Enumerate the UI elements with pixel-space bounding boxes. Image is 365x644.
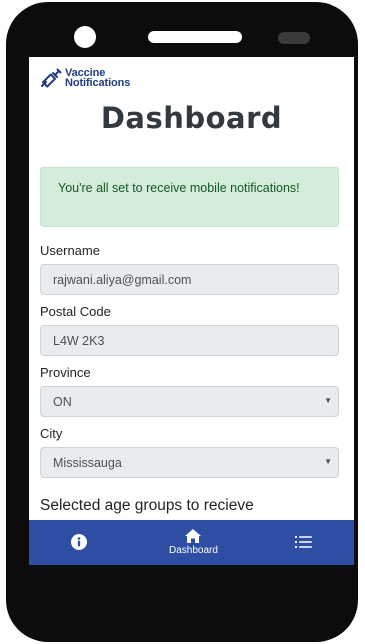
list-icon	[295, 536, 312, 548]
city-select[interactable]: Mississauga ▼	[40, 447, 339, 478]
home-icon	[185, 529, 202, 543]
province-select[interactable]: ON ▼	[40, 386, 339, 417]
brand-logo[interactable]: Vaccine Notifications	[39, 65, 130, 91]
info-circle-icon	[71, 534, 87, 550]
page-title: Dashboard	[100, 101, 283, 135]
app-screen: Vaccine Notifications Dashboard You're a…	[29, 57, 354, 565]
chevron-down-icon: ▼	[324, 396, 332, 405]
bottom-navigation: Dashboard	[29, 520, 354, 565]
speaker-grille	[148, 31, 242, 43]
postal-code-label: Postal Code	[40, 304, 111, 319]
username-value: rajwani.aliya@gmail.com	[53, 272, 192, 287]
syringe-icon	[41, 68, 62, 88]
province-label: Province	[40, 365, 91, 380]
chevron-down-icon: ▼	[324, 457, 332, 466]
age-groups-heading: Selected age groups to recieve	[40, 497, 254, 514]
camera-icon	[74, 26, 96, 48]
sensor	[278, 32, 310, 44]
username-label: Username	[40, 243, 100, 258]
username-field[interactable]: rajwani.aliya@gmail.com	[40, 264, 339, 295]
nav-info-button[interactable]	[71, 534, 87, 550]
brand-line-2: Notifications	[65, 77, 131, 89]
city-label: City	[40, 426, 63, 441]
city-value: Mississauga	[53, 455, 122, 470]
nav-list-button[interactable]	[295, 535, 312, 549]
success-alert: You're all set to receive mobile notific…	[40, 167, 339, 227]
nav-dashboard-button[interactable]: Dashboard	[169, 528, 218, 556]
nav-dashboard-label: Dashboard	[169, 545, 218, 556]
phone-frame: Vaccine Notifications Dashboard You're a…	[6, 2, 358, 642]
postal-code-field[interactable]: L4W 2K3	[40, 325, 339, 356]
brand-name: Vaccine Notifications	[65, 68, 131, 89]
province-value: ON	[53, 394, 72, 409]
postal-code-value: L4W 2K3	[53, 333, 105, 348]
